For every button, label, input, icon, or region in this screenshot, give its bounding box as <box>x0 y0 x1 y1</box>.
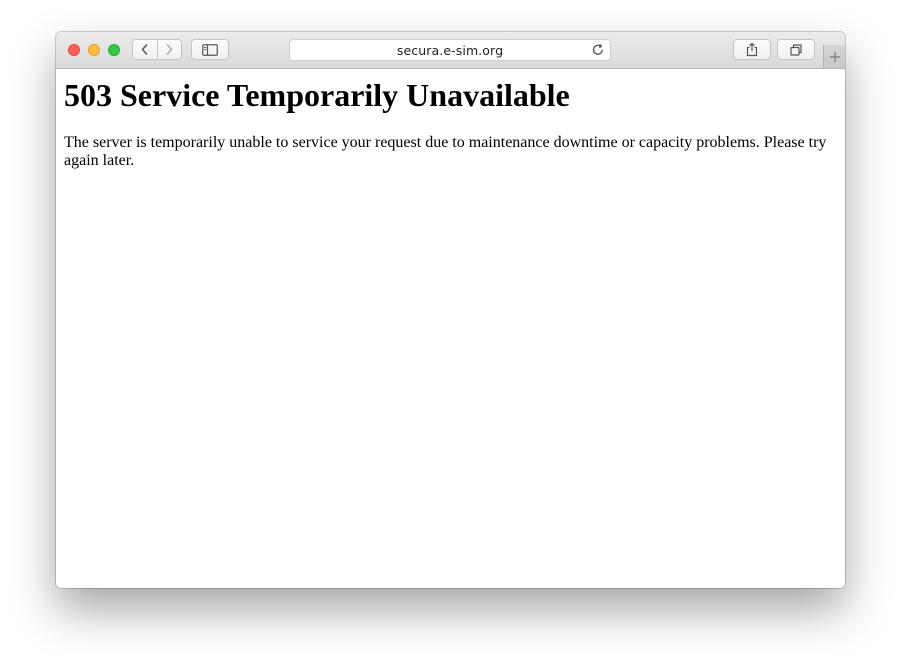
chevron-right-icon <box>166 43 173 56</box>
maximize-window-button[interactable] <box>108 44 120 56</box>
close-window-button[interactable] <box>68 44 80 56</box>
url-text: secura.e-sim.org <box>396 43 504 58</box>
sidebar-button[interactable] <box>191 39 229 60</box>
tabs-overview-icon <box>790 43 802 56</box>
minimize-window-button[interactable] <box>88 44 100 56</box>
share-icon <box>746 42 758 57</box>
navigation-buttons <box>132 39 182 60</box>
back-button[interactable] <box>133 40 157 59</box>
chevron-left-icon <box>141 43 148 56</box>
share-button[interactable] <box>733 39 771 60</box>
plus-icon <box>830 51 840 62</box>
browser-toolbar: secura.e-sim.org <box>56 32 845 69</box>
address-bar[interactable]: secura.e-sim.org <box>289 39 611 61</box>
sidebar-icon <box>202 43 218 56</box>
forward-button[interactable] <box>158 40 182 59</box>
error-message: The server is temporarily unable to serv… <box>64 134 827 169</box>
tabs-overview-button[interactable] <box>777 39 815 60</box>
page-content: 503 Service Temporarily Unavailable The … <box>56 69 845 588</box>
browser-window: secura.e-sim.org 503 Service Temporarily… <box>56 32 845 588</box>
new-tab-button[interactable] <box>823 45 845 68</box>
reload-icon[interactable] <box>591 43 605 57</box>
error-heading: 503 Service Temporarily Unavailable <box>64 77 570 113</box>
